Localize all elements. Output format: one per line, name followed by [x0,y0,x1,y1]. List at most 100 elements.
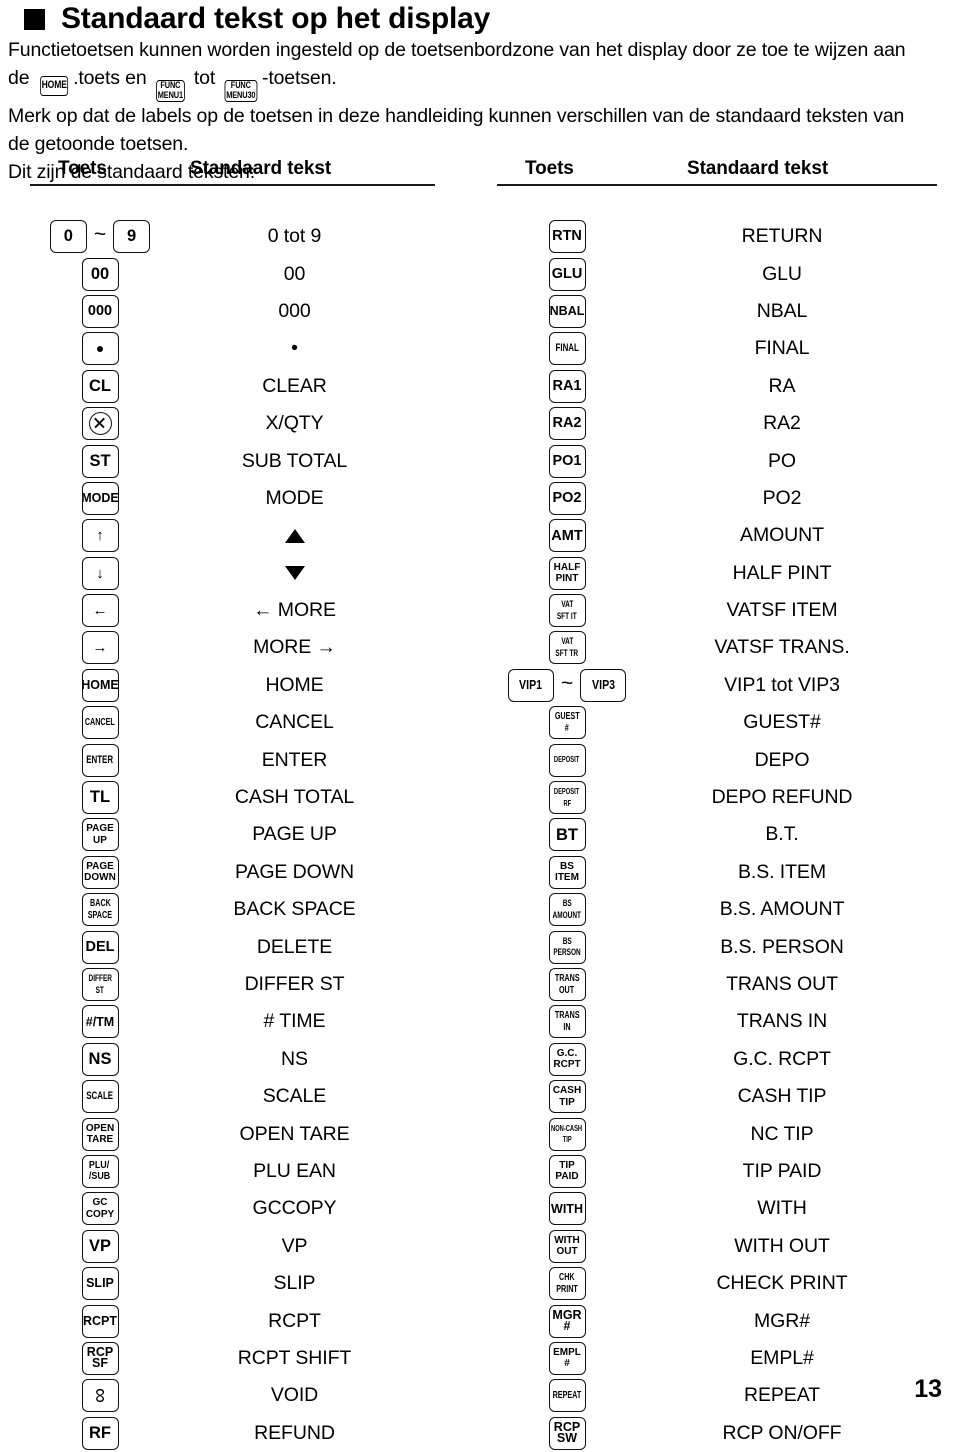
default-text-cell: MORE → [253,636,336,659]
default-text-cell: GCCOPY [252,1197,337,1220]
key-icon-ra1: RA1 [548,369,586,403]
table-row: RCP SW RCP ON/OFF [497,1415,937,1452]
table-row: • [30,330,450,367]
tilde-separator-icon: ~ [93,223,107,247]
key-label-line: OPEN [85,1122,115,1134]
key-icon-arrow-left: ← [81,594,119,628]
key-icon-rcpt: RCPT [81,1304,119,1338]
key-icon-glu: GLU [548,257,586,291]
default-text-cell: DIFFER ST [244,973,345,995]
key-icon-enter: ENTER [81,743,119,777]
key-label-line: WITH [551,1201,583,1216]
default-text-cell: WITH [757,1197,807,1220]
key-label-line: FINAL [555,342,579,355]
default-text-cell: TIP PAID [742,1159,822,1182]
column-header-right: Toets Standaard tekst [497,158,937,187]
key-cell: DIFFER ST [48,966,152,1003]
default-text-cell: VOID [270,1384,319,1407]
table-row: CHK PRINT CHECK PRINT [497,1265,937,1302]
key-label-line: 00 [90,264,110,283]
page-title: Standaard tekst op het display [61,2,491,35]
key-label-line: # [563,1319,571,1334]
key-cell: GC COPY [48,1190,152,1227]
key-icon-9: 9 [113,220,151,254]
manual-page: Standaard tekst op het display Functieto… [0,0,960,1450]
table-row: REPEAT REPEAT [497,1377,937,1414]
key-cell: BS AMOUNT [507,891,627,928]
header-toets: Toets [58,158,107,179]
key-cell: PLU//SUB [48,1153,152,1190]
key-icon-trans-in: TRANS IN [548,1005,586,1039]
key-cell: ST [48,442,152,479]
key-cell: TRANS OUT [507,966,627,1003]
key-cell: RA2 [507,405,627,442]
key-icon-page-up: PAGE UP [81,818,119,852]
key-icon-guest: GUEST # [548,706,586,740]
key-cell: ← [48,592,152,629]
default-text-cell: REFUND [254,1421,335,1444]
key-icon-vat-sft-tr: VAT SFT TR [548,631,586,665]
key-cell [48,405,152,442]
key-label-line: TARE [86,1134,114,1146]
default-text-cell: RCP ON/OFF [722,1421,842,1444]
table-row: SCALE SCALE [30,1078,450,1115]
key-icon-000: 000 [81,294,119,328]
key-cell: RA1 [507,368,627,405]
key-cell: AMT [507,517,627,554]
key-label-line: SCALE [86,1090,114,1103]
default-text-cell: ENTER [261,748,328,771]
key-cell: RF [48,1415,152,1452]
key-cell: 0 ~9 [48,218,152,255]
key-label-line: OUT [556,1246,578,1258]
header-toets: Toets [525,158,574,179]
key-label-line: 000 [87,303,113,320]
key-label-line: HOME [81,678,119,693]
triangle-up-icon [284,528,305,543]
default-text-cell: RA [768,374,796,397]
default-text-cell: HOME [265,673,324,696]
void-loop-glyph-icon: ∞ [88,1388,112,1404]
default-text-cell: 00 [283,262,306,285]
key-icon-rcp-sw: RCP SW [548,1416,586,1450]
default-text-cell: NS [281,1047,308,1070]
key-icon-gc-copy: GC COPY [81,1192,119,1226]
key-icon-bt: BT [548,818,586,852]
default-text-cell: CHECK PRINT [716,1272,848,1295]
key-label-line: SPACE [87,909,113,921]
table-row: CL CLEAR [30,368,450,405]
key-icon-differ-st: DIFFER ST [81,968,119,1001]
key-cell: 000 [48,293,152,330]
key-icon-arrow-down: ↓ [81,556,119,590]
key-label-line: GLU [551,265,583,282]
default-text-cell: RCPT SHIFT [237,1346,352,1369]
key-label-line: PINT [555,573,579,585]
key-cell: PAGE DOWN [48,854,152,891]
default-text-cell: WITH OUT [734,1234,830,1257]
key-label-line: ST [89,451,111,470]
arrow-right-glyph-icon: → [92,639,108,657]
key-icon-vip3: VIP3 [580,668,627,702]
key-cell: RCP SF [48,1340,152,1377]
table-row: RF REFUND [30,1415,450,1452]
table-row: GLU GLU [497,255,937,292]
key-label-line: DOWN [84,872,116,884]
table-row: AMT AMOUNT [497,517,937,554]
key-icon-half-pint: HALF PINT [548,556,586,590]
table-row: RCP SF RCPT SHIFT [30,1340,450,1377]
table-row: ENTER ENTER [30,741,450,778]
default-text-cell: B.S. PERSON [720,935,844,958]
key-label-line: NBAL [549,304,585,319]
key-label-line: CASH [552,1085,582,1097]
key-icon-deposit: DEPOSIT [548,743,586,777]
key-icon-cancel: CANCEL [81,706,119,740]
key-icon-circled-x [81,407,119,441]
key-label-line: RA2 [552,415,582,432]
table-row: NON-CASH TIP NC TIP [497,1115,937,1152]
key-label-line: ENTER [86,753,114,766]
key-cell: TIP PAID [507,1153,627,1190]
key-label-line: # [564,722,570,734]
key-icon-dot [81,332,119,366]
key-icon-mgr: MGR # [548,1304,586,1338]
table-row: GUEST # GUEST# [497,704,937,741]
black-square-bullet-icon [24,8,45,30]
